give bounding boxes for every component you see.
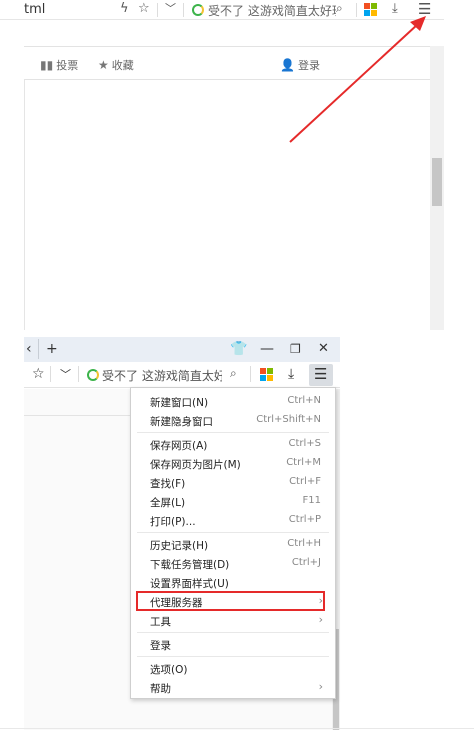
menu-item-downloads[interactable]: 下载任务管理(D) Ctrl+J [131,554,335,573]
bottom-toolbar: ☆ ﹀ 受不了 这游戏简直太好玩 ⌕ ⤓ [24,362,340,388]
annotation-arrow [289,16,426,143]
search-icon[interactable]: ⌕ [230,366,237,381]
menu-item-save-as-image[interactable]: 保存网页为图片(M) Ctrl+M [131,454,335,473]
chevron-right-icon: › [318,680,323,693]
menu-item-options[interactable]: 选项(O) [131,659,335,678]
star-icon[interactable]: ☆ [32,366,45,382]
tab-divider [38,339,39,359]
menu-item-history[interactable]: 历史记录(H) Ctrl+H [131,535,335,554]
tab-scroll-left-icon[interactable]: ‹ [26,341,32,357]
menu-item-new-incognito-window[interactable]: 新建隐身窗口 Ctrl+Shift+N [131,411,335,430]
menu-separator [137,656,329,657]
menu-item-fullscreen[interactable]: 全屏(L) F11 [131,492,335,511]
menu-item-tools[interactable]: 工具 › [131,611,335,630]
chevron-right-icon: › [318,613,323,626]
menu-item-interface-style[interactable]: 设置界面样式(U) [131,573,335,592]
toolbar-divider [50,366,51,382]
download-icon[interactable]: ⤓ [288,366,294,382]
menu-separator [137,432,329,433]
main-menu-button[interactable]: ☰ [309,364,333,386]
menu-separator [137,532,329,533]
shirt-icon[interactable]: 👕 [230,341,247,357]
close-button[interactable]: ✕ [318,341,329,357]
menu-item-save-page[interactable]: 保存网页(A) Ctrl+S [131,435,335,454]
bottom-divider [0,728,474,729]
address-text: 受不了 这游戏简直太好玩 [102,369,222,383]
menu-item-help[interactable]: 帮助 › [131,678,335,697]
menu-item-print[interactable]: 打印(P)... Ctrl+P [131,511,335,530]
toolbar-divider [250,366,251,382]
toolbar-divider [78,366,79,382]
restore-button[interactable]: ❐ [290,341,301,357]
new-tab-button[interactable]: + [46,341,58,357]
chevron-down-icon[interactable]: ﹀ [60,367,71,383]
title-bar: ‹ + 👕 — ❐ ✕ [24,337,340,362]
menu-item-find[interactable]: 查找(F) Ctrl+F [131,473,335,492]
browser-logo-icon [87,369,99,381]
address-bar[interactable]: 受不了 这游戏简直太好玩 ⌕ [84,366,244,384]
apps-grid-icon[interactable] [260,368,273,381]
minimize-button[interactable]: — [260,341,274,357]
menu-separator [137,632,329,633]
annotation-highlight-box [136,591,325,611]
menu-item-login[interactable]: 登录 [131,635,335,654]
page-divider [24,415,130,416]
menu-icon: ☰ [314,365,328,383]
menu-item-new-window[interactable]: 新建窗口(N) Ctrl+N [131,392,335,411]
main-menu-dropdown: 新建窗口(N) Ctrl+N 新建隐身窗口 Ctrl+Shift+N 保存网页(… [130,387,336,699]
